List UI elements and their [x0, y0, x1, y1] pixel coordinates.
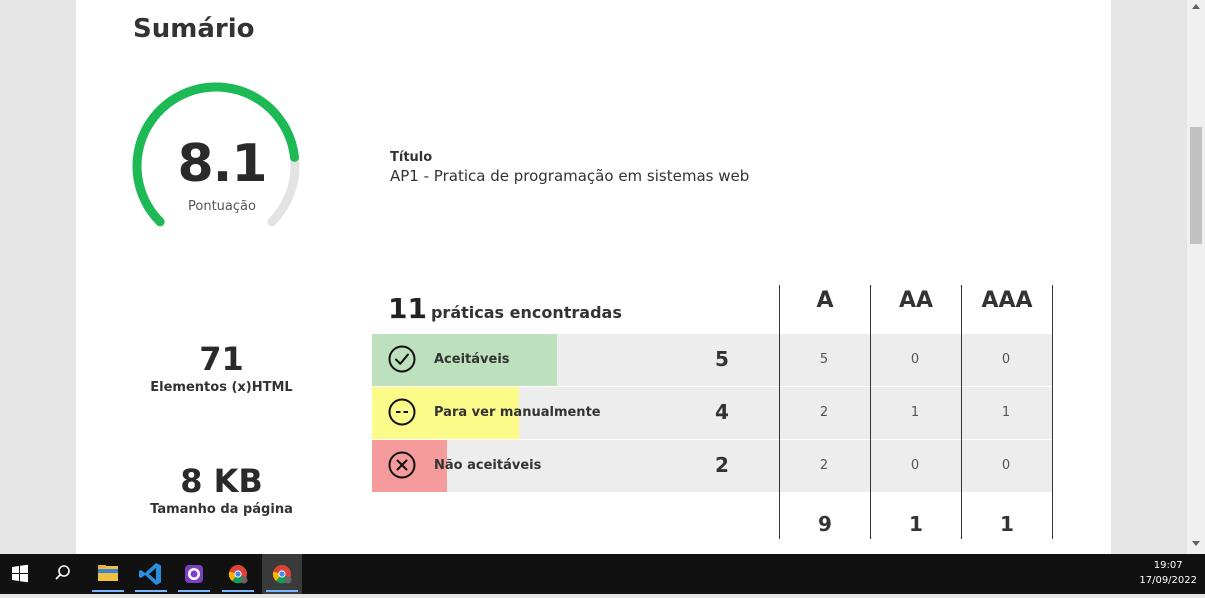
practices-label: práticas encontradas — [430, 303, 622, 322]
cell-not-acceptable-aaa: 0 — [1001, 458, 1011, 473]
taskbar-chrome-1[interactable] — [218, 554, 258, 594]
scroll-up-arrow-icon[interactable] — [1192, 4, 1200, 9]
running-indicator — [135, 590, 167, 592]
meta-title-label: Título — [390, 150, 433, 165]
practice-row-manual[interactable]: Para ver manualmente 4 2 1 1 — [372, 387, 1052, 439]
clock-time: 19:07 — [1153, 560, 1183, 571]
stat-elements: 71 Elementos (x)HTML — [134, 340, 309, 395]
cell-acceptable-aaa: 0 — [1001, 352, 1011, 367]
row-label-not-acceptable: Não aceitáveis — [434, 458, 542, 473]
column-divider — [1052, 285, 1053, 539]
vscode-icon — [139, 563, 161, 585]
score-gauge: 8.1 Pontuação — [132, 82, 312, 232]
stat-elements-label: Elementos (x)HTML — [150, 380, 293, 395]
taskbar-chrome-2-active[interactable] — [262, 554, 302, 594]
scrollbar-thumb[interactable] — [1190, 127, 1202, 244]
github-desktop-icon — [185, 565, 203, 583]
column-header-aa: AA — [898, 288, 934, 313]
x-circle-icon — [388, 451, 416, 479]
stat-page-size-value: 8 KB — [180, 462, 263, 500]
search-button[interactable] — [42, 554, 82, 594]
row-total-not-acceptable: 2 — [715, 453, 729, 477]
cell-manual-aa: 1 — [910, 405, 920, 420]
search-icon — [55, 565, 70, 580]
cell-not-acceptable-a: 2 — [819, 458, 829, 473]
score-value: 8.1 — [177, 134, 267, 194]
file-explorer-icon — [98, 565, 118, 581]
running-indicator — [222, 590, 254, 592]
cell-acceptable-aa: 0 — [910, 352, 920, 367]
running-indicator — [266, 590, 298, 592]
clock-date: 17/09/2022 — [1139, 575, 1197, 586]
chrome-icon — [228, 565, 248, 584]
row-label-manual: Para ver manualmente — [434, 405, 601, 420]
running-indicator — [178, 590, 210, 592]
stat-page-size: 8 KB Tamanho da página — [134, 462, 309, 517]
taskbar-github-desktop[interactable] — [174, 554, 214, 594]
scroll-down-arrow-icon[interactable] — [1192, 541, 1200, 546]
system-clock[interactable]: 19:07 17/09/2022 — [1139, 558, 1197, 588]
meta-title-value: AP1 - Pratica de programação em sistemas… — [390, 167, 750, 185]
practice-row-acceptable[interactable]: Aceitáveis 5 5 0 0 — [372, 334, 1052, 386]
practices-count: 11 — [388, 292, 427, 325]
start-icon — [12, 564, 28, 583]
running-indicator — [92, 590, 124, 592]
total-a: 9 — [818, 512, 832, 536]
taskbar-file-explorer[interactable] — [88, 554, 128, 594]
check-circle-icon — [388, 345, 416, 373]
practice-row-not-acceptable[interactable]: Não aceitáveis 2 2 0 0 — [372, 440, 1052, 492]
score-label: Pontuação — [188, 199, 256, 214]
windows-taskbar: 19:07 17/09/2022 — [0, 554, 1205, 594]
row-total-acceptable: 5 — [715, 347, 729, 371]
cell-manual-aaa: 1 — [1001, 405, 1011, 420]
row-total-manual: 4 — [715, 400, 729, 424]
column-divider — [779, 285, 780, 539]
row-label-acceptable: Aceitáveis — [434, 352, 510, 367]
chrome-icon — [272, 565, 292, 584]
total-aaa: 1 — [1000, 512, 1014, 536]
dash-circle-icon — [388, 398, 416, 426]
cell-acceptable-a: 5 — [819, 352, 829, 367]
total-aa: 1 — [909, 512, 923, 536]
start-button[interactable] — [0, 554, 40, 594]
stat-page-size-label: Tamanho da página — [150, 502, 293, 517]
stat-elements-value: 71 — [199, 340, 244, 378]
cell-not-acceptable-aa: 0 — [910, 458, 920, 473]
cell-manual-a: 2 — [819, 405, 829, 420]
column-header-a: A — [816, 288, 834, 313]
practices-heading: 11 práticas encontradas — [388, 292, 622, 325]
column-header-aaa: AAA — [981, 288, 1033, 313]
column-divider — [870, 285, 871, 539]
taskbar-vscode[interactable] — [131, 554, 171, 594]
page-title: Sumário — [133, 14, 255, 44]
column-divider — [961, 285, 962, 539]
report-page: Sumário 8.1 Pontuação Título AP1 - Prati… — [76, 0, 1111, 554]
vertical-scrollbar[interactable] — [1187, 0, 1205, 554]
